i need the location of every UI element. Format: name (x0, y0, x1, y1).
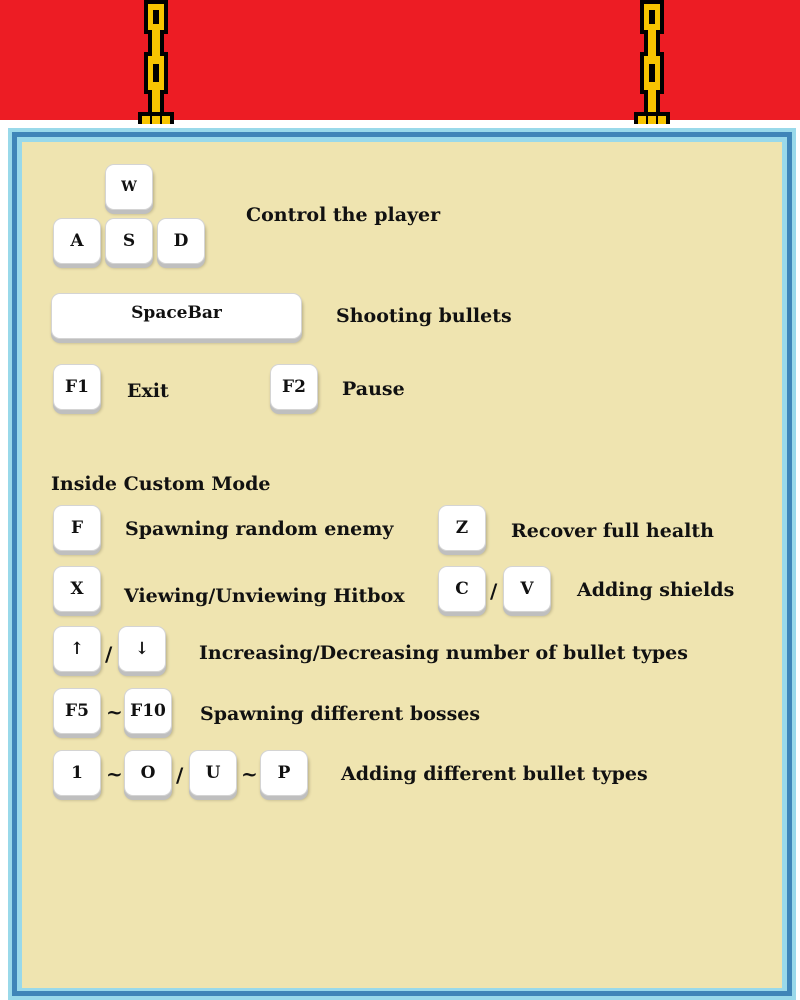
shields-separator: / (490, 579, 498, 603)
bosses-label: Spawning different bosses (200, 703, 481, 725)
spawn-enemy-label: Spawning random enemy (125, 518, 394, 540)
bullet-types-separator-1: ~ (106, 762, 123, 786)
arrows-separator: / (105, 642, 113, 666)
header-band (0, 0, 800, 120)
key-f2: F2 (270, 364, 318, 410)
key-o: O (124, 750, 172, 796)
key-w: W (105, 164, 153, 210)
key-u: U (189, 750, 237, 796)
key-arrow-down: ↓ (118, 626, 166, 672)
key-f5: F5 (53, 688, 101, 734)
movement-label: Control the player (246, 204, 441, 226)
bullet-types-label: Adding different bullet types (341, 763, 648, 785)
pause-label: Pause (342, 378, 405, 400)
key-f10: F10 (124, 688, 172, 734)
shields-label: Adding shields (577, 579, 735, 601)
key-arrow-up: ↑ (53, 626, 101, 672)
controls-board (22, 142, 782, 988)
bullet-types-separator-3: ~ (241, 762, 258, 786)
exit-label: Exit (127, 380, 169, 402)
key-spacebar: SpaceBar (51, 293, 302, 339)
key-v: V (503, 566, 551, 612)
bullet-types-separator-2: / (176, 763, 184, 787)
key-1: 1 (53, 750, 101, 796)
key-p: P (260, 750, 308, 796)
custom-mode-heading: Inside Custom Mode (51, 473, 271, 495)
key-f1: F1 (53, 364, 101, 410)
key-z: Z (438, 505, 486, 551)
key-c: C (438, 566, 486, 612)
recover-label: Recover full health (511, 520, 714, 542)
key-x: X (53, 566, 101, 612)
bosses-separator: ~ (106, 700, 123, 724)
key-f: F (53, 505, 101, 551)
key-a: A (53, 218, 101, 264)
hitbox-label: Viewing/Unviewing Hitbox (124, 585, 405, 607)
bullet-count-label: Increasing/Decreasing number of bullet t… (199, 642, 688, 664)
key-d: D (157, 218, 205, 264)
shoot-label: Shooting bullets (336, 305, 512, 327)
key-s: S (105, 218, 153, 264)
